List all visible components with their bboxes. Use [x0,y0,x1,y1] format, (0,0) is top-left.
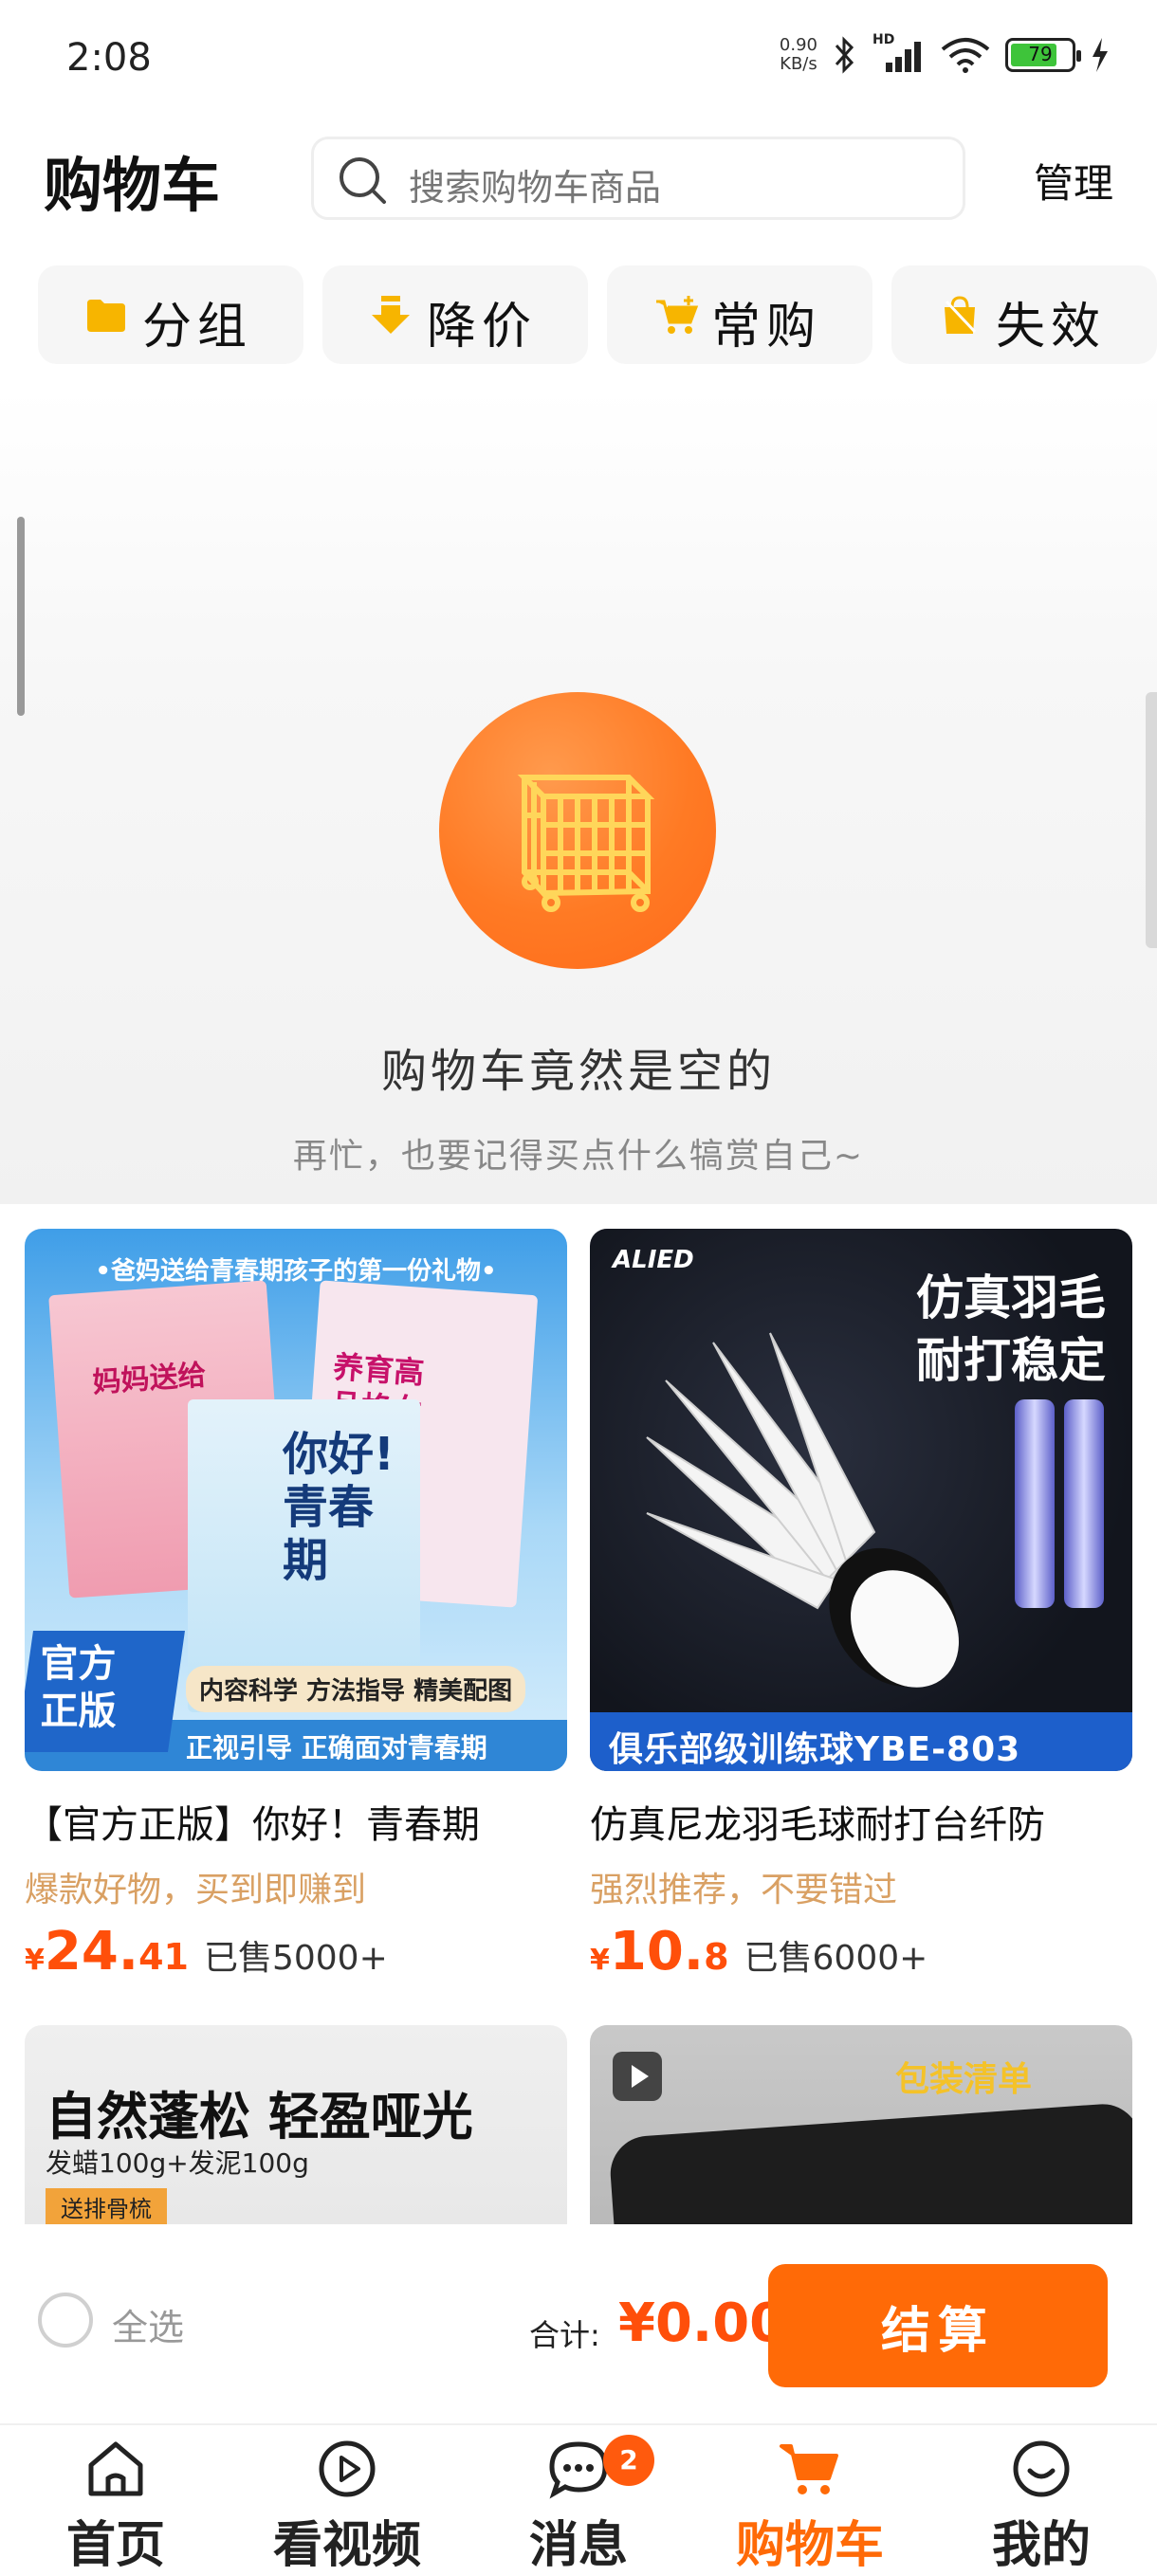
filter-chip-label: 分组 [142,299,253,356]
charging-icon [1093,38,1108,72]
empty-cart-illustration [439,692,716,969]
bag-off-icon [945,296,977,334]
signal-icon: HD [872,32,926,72]
filter-chip-label: 常购 [711,299,822,356]
search-icon [340,157,386,204]
down-arrow-icon [372,296,410,334]
tab-cart[interactable]: 购物车 [694,2425,926,2574]
net-speed: 0.90 KB/s [779,35,817,74]
smile-face-icon [1013,2440,1070,2497]
manage-button[interactable]: 管理 [1034,152,1113,210]
shuttlecock-illustration [646,1332,959,1688]
product-card[interactable]: •爸妈送给青春期孩子的第一份礼物• 妈妈送给 养育高品格女孩 你好!青春期 内容… [25,1229,567,1982]
search-placeholder: 搜索购物车商品 [409,167,662,209]
product-image[interactable]: 自然蓬松 轻盈哑光 发蜡100g+发泥100g 送排骨梳 [25,2025,567,2224]
product-image[interactable]: 包装清单 [590,2025,1132,2224]
sold-count: 已售5000+ [203,1939,388,1978]
product-name[interactable]: 【官方正版】你好！青春期 [25,1794,567,1849]
product-card[interactable]: 自然蓬松 轻盈哑光 发蜡100g+发泥100g 送排骨梳 [25,2025,567,2224]
status-bar: 2:08 0.90 KB/s HD 79 [0,0,1157,123]
select-all-label[interactable]: 全选 [112,2298,184,2350]
wifi-icon [941,38,990,73]
filter-chip-frequent[interactable]: 常购 [607,265,872,364]
empty-basket-icon [517,775,655,912]
product-tag: 强烈推荐，不要错过 [590,1871,898,1909]
brand-logo: ALIED [613,1246,694,1274]
product-tag: 爆款好物，买到即赚到 [25,1871,367,1909]
filter-chip-price-drop[interactable]: 降价 [322,265,588,364]
checkout-bar: 全选 合计: ¥0.00 结算 [0,2224,1157,2423]
tab-home[interactable]: 首页 [0,2425,231,2574]
product-name[interactable]: 仿真尼龙羽毛球耐打台纤防 [590,1794,1132,1849]
product-price: ¥ 10. 8 已售6000+ [590,1921,928,1982]
select-all-radio[interactable] [38,2293,93,2348]
tube [1015,1399,1055,1608]
home-icon [88,2441,143,2496]
product-price: ¥ 24. 41 已售5000+ [25,1921,388,1982]
search-input[interactable]: 搜索购物车商品 [311,137,965,220]
tab-video[interactable]: 看视频 [231,2425,463,2574]
product-image[interactable]: •爸妈送给青春期孩子的第一份礼物• 妈妈送给 养育高品格女孩 你好!青春期 内容… [25,1229,567,1771]
status-time: 2:08 [66,36,152,80]
filter-chip-invalid[interactable]: 失效 [891,265,1157,364]
battery-icon: 79 [1005,38,1081,72]
tube [1064,1399,1104,1608]
folder-icon [87,300,125,332]
total-label: 合计: [529,2317,600,2353]
chat-bubble-icon [549,2441,608,2499]
bottom-tab-bar: 首页 看视频 2 消息 购物车 我的 [0,2423,1157,2574]
filter-chip-label: 降价 [427,299,538,356]
filter-chip-label: 失效 [996,299,1107,356]
status-icons: 0.90 KB/s HD 79 [779,32,1110,74]
edge-handle[interactable] [1146,692,1157,948]
play-circle-icon [319,2440,376,2497]
filter-chip-group[interactable]: 分组 [38,265,303,364]
total-value: ¥0.00 [618,2293,787,2354]
checkout-button[interactable]: 结算 [768,2264,1108,2387]
bluetooth-icon [835,36,854,74]
product-card[interactable]: 包装清单 [590,2025,1132,2224]
product-image[interactable]: ALIED 仿真羽毛 耐打稳定 俱乐部级训练球YBE-803 [590,1229,1132,1771]
sold-count: 已售6000+ [744,1939,928,1978]
empty-cart-subtitle: 再忙，也要记得买点什么犒赏自己~ [292,1137,865,1176]
cart-plus-icon [656,296,699,334]
play-icon[interactable] [613,2052,662,2101]
cart-icon [780,2444,838,2494]
empty-cart-title: 购物车竟然是空的 [380,1045,776,1098]
unread-badge: 2 [603,2435,654,2486]
page-title: 购物车 [44,151,221,220]
product-card[interactable]: ALIED 仿真羽毛 耐打稳定 俱乐部级训练球YBE-803 仿真尼龙羽毛球耐打… [590,1229,1132,1982]
scrollbar[interactable] [17,517,25,716]
tab-me[interactable]: 我的 [926,2425,1157,2574]
tab-messages[interactable]: 2 消息 [463,2425,694,2574]
